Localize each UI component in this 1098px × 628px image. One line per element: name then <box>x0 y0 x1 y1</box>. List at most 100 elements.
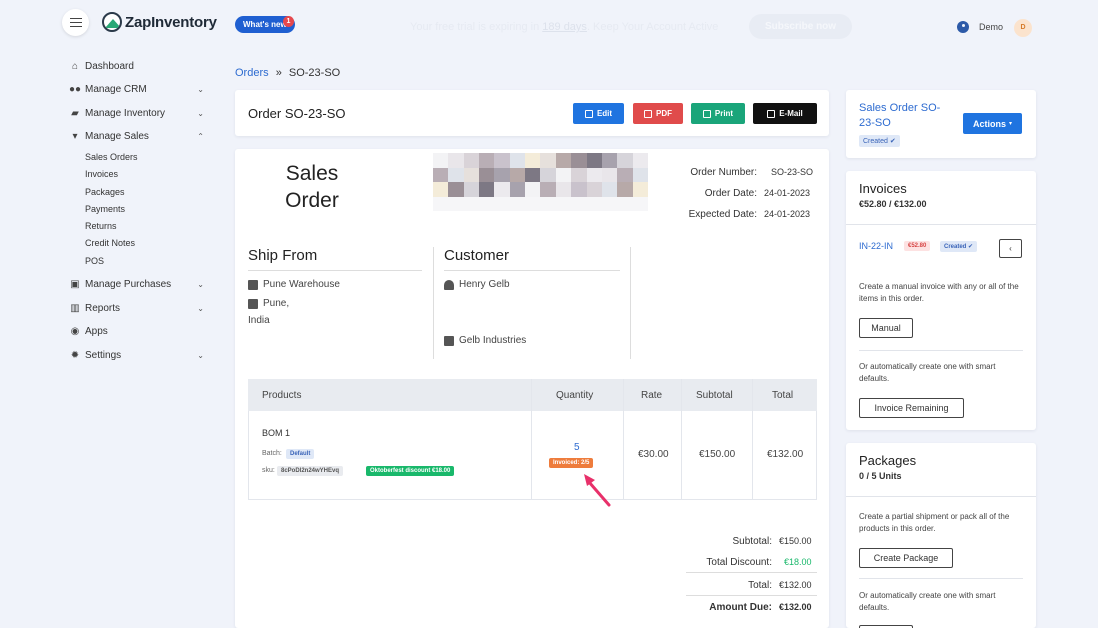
home-icon: ⌂ <box>71 61 79 72</box>
create-package-button[interactable]: Create Package <box>859 548 953 568</box>
logo-pixel <box>479 196 495 211</box>
packages-units: 0 / 5 Units <box>859 471 902 481</box>
company: Gelb Industries <box>444 335 526 346</box>
logo-pixel <box>540 167 556 182</box>
order-date-label: Order Date: <box>704 188 757 199</box>
logo-pixel <box>632 167 648 182</box>
annotation-arrow-icon <box>584 474 611 507</box>
sidebar-item-dashboard[interactable]: ⌂ Dashboard <box>69 61 204 72</box>
product-name[interactable]: BOM 1 <box>262 428 290 438</box>
sidebar-item-manage-sales[interactable]: ▾ Manage Sales ⌃ <box>69 131 204 142</box>
logo-pixel <box>586 167 602 182</box>
edit-icon <box>584 109 593 118</box>
edit-button[interactable]: Edit <box>573 103 624 124</box>
sidebar-subitem-pos[interactable]: POS <box>85 256 104 266</box>
invoice-status-badge: Created ✔ <box>940 241 978 252</box>
order-summary-title: Sales Order SO-23-SO <box>859 102 941 129</box>
ship-from-title: Ship From <box>248 247 318 264</box>
logo-pixel <box>433 167 449 182</box>
address-city: Pune, <box>263 298 290 309</box>
caret-down-icon: ▾ <box>1009 121 1013 127</box>
chevron-down-icon: ⌄ <box>197 85 204 94</box>
logo-pixel <box>571 182 587 197</box>
invoice-menu-button[interactable]: ‹ <box>999 239 1022 258</box>
gear-icon: ✹ <box>70 350 80 361</box>
logo-pixel <box>525 182 541 197</box>
logo[interactable]: ZapInventory <box>102 12 217 32</box>
sku-label: sku: <box>262 467 275 474</box>
sidebar-subitem-credit-notes[interactable]: Credit Notes <box>85 238 135 248</box>
th-total: Total <box>772 390 794 401</box>
logo-pixel <box>586 182 602 197</box>
logo-pixel <box>509 153 526 168</box>
trial-text-after: . Keep Your Account Active <box>586 21 719 33</box>
th-subtotal: Subtotal <box>696 390 733 401</box>
logo-pixel <box>494 182 510 197</box>
sidebar-item-manage-crm[interactable]: ●● Manage CRM ⌄ <box>69 84 204 95</box>
rate-value: €30.00 <box>638 449 669 460</box>
logo-pixel <box>571 167 587 182</box>
logo-pixel <box>601 153 618 168</box>
avatar[interactable]: D <box>1014 19 1032 37</box>
subtotal-value: €150.00 <box>699 449 736 460</box>
print-button[interactable]: Print <box>691 103 745 124</box>
check-icon: ✔ <box>968 244 974 250</box>
logo-mountain-icon <box>102 12 122 32</box>
logo-pixel <box>555 167 572 182</box>
document-title: Sales Order <box>260 160 364 214</box>
sidebar-subitem-packages[interactable]: Packages <box>85 187 125 197</box>
batch-badge: Default <box>286 449 315 459</box>
sidebar-item-label: Dashboard <box>85 61 134 72</box>
logo-pixel <box>632 182 648 197</box>
subscribe-button[interactable]: Subscribe now <box>749 14 852 39</box>
sidebar-item-manage-purchases[interactable]: ▣ Manage Purchases ⌄ <box>69 279 204 290</box>
order-date-value: 24-01-2023 <box>764 188 811 198</box>
breadcrumb-current: SO-23-SO <box>288 67 341 79</box>
sidebar-item-manage-inventory[interactable]: ▰ Manage Inventory ⌄ <box>69 108 204 119</box>
order-number-label: Order Number: <box>690 167 757 178</box>
quantity-value[interactable]: 5 <box>574 442 580 453</box>
sidebar-item-apps[interactable]: ◉ Apps <box>69 326 204 337</box>
logo-pixel <box>586 153 602 168</box>
user-name[interactable]: Demo <box>979 22 1003 32</box>
logo-pixel <box>448 182 464 197</box>
sidebar-item-label: Reports <box>85 303 121 314</box>
manual-invoice-button[interactable]: Manual <box>859 318 913 338</box>
sidebar-subitem-sales-orders[interactable]: Sales Orders <box>85 152 138 162</box>
building-icon <box>444 336 454 346</box>
invoices-divider <box>859 350 1023 351</box>
email-button[interactable]: E-Mail <box>753 103 817 124</box>
amount-due-label: Amount Due: <box>709 602 772 613</box>
file-pdf-icon <box>644 109 652 118</box>
manual-invoice-text: Create a manual invoice with any or all … <box>859 282 1019 303</box>
logo-pixel <box>525 196 541 211</box>
logo-pixel <box>463 182 480 197</box>
logo-pixel <box>509 167 526 182</box>
column-divider <box>630 247 631 359</box>
user-icon <box>444 280 454 290</box>
envelope-icon <box>767 109 776 118</box>
sidebar-item-settings[interactable]: ✹ Settings ⌄ <box>69 350 204 361</box>
breadcrumb-orders-link[interactable]: Orders <box>235 67 269 79</box>
chevron-down-icon: ⌄ <box>197 351 204 360</box>
sidebar-subitem-payments[interactable]: Payments <box>85 204 125 214</box>
address: Pune, <box>248 298 289 309</box>
invoice-remaining-button[interactable]: Invoice Remaining <box>859 398 964 418</box>
sidebar-subitem-returns[interactable]: Returns <box>85 221 117 231</box>
logo-pixel <box>540 153 556 168</box>
menu-toggle-button[interactable] <box>62 9 89 36</box>
palette-icon[interactable] <box>957 21 969 33</box>
actions-dropdown-button[interactable]: Actions ▾ <box>963 113 1022 134</box>
total-value: €132.00 <box>767 449 804 460</box>
sidebar-subitem-invoices[interactable]: Invoices <box>85 169 118 179</box>
partial-shipment-text: Create a partial shipment or pack all of… <box>859 512 1010 533</box>
breadcrumb-separator: » <box>275 67 282 79</box>
sidebar-item-reports[interactable]: ▥ Reports ⌄ <box>69 303 204 314</box>
logo-pixel <box>479 167 495 182</box>
pdf-button[interactable]: PDF <box>633 103 683 124</box>
invoice-status-text: Created <box>944 244 967 250</box>
invoice-link[interactable]: IN-22-IN <box>859 241 893 251</box>
logo-pixel <box>617 153 633 168</box>
logo-pixel <box>571 196 587 211</box>
whats-new-badge: 1 <box>283 16 294 27</box>
